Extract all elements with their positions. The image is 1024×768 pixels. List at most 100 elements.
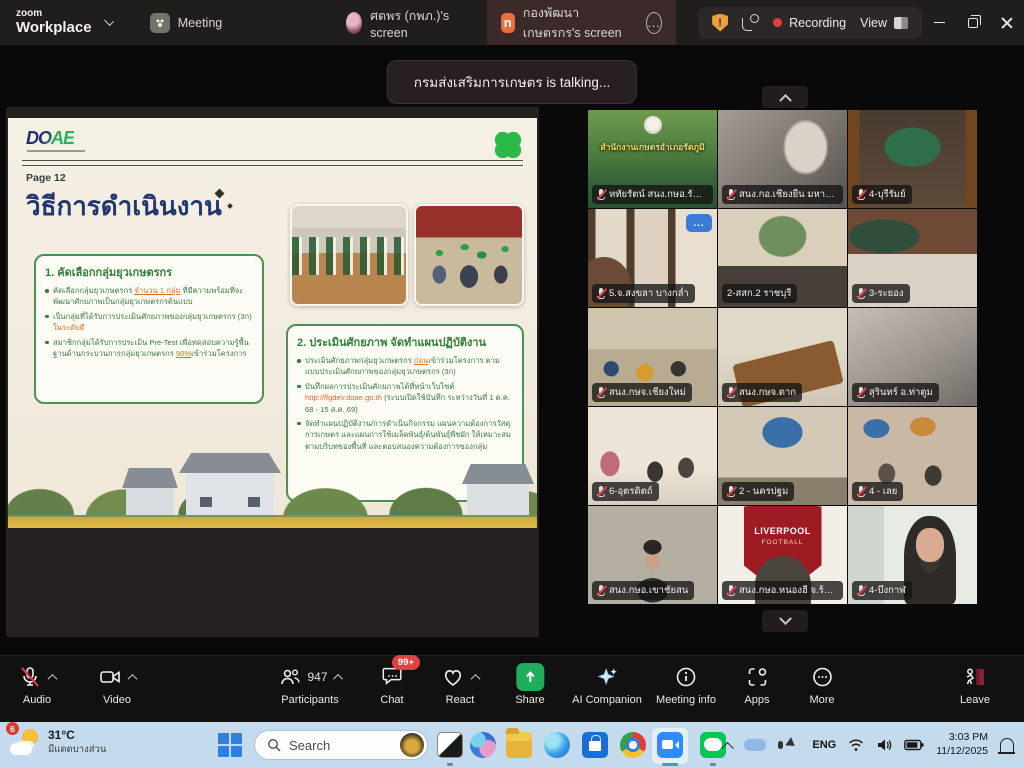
- wifi-icon[interactable]: [848, 738, 864, 752]
- video-tile[interactable]: 4-บึงกาฬ: [848, 506, 977, 604]
- muted-mic-icon: [857, 189, 865, 200]
- participant-name: สนง.กษจ.เชียงใหม่: [609, 385, 686, 400]
- share-label: Share: [515, 694, 544, 706]
- tab-screen-share-1[interactable]: ศตพร (กพภ.)'s screen: [332, 0, 470, 45]
- muted-mic-icon: [727, 189, 735, 200]
- zoom-titlebar: zoom Workplace Meeting ศตพร (กพภ.)'s scr…: [0, 0, 1024, 45]
- tab-screen1-label: ศตพร (กพภ.)'s screen: [370, 6, 457, 40]
- slide-photo-activity: [414, 204, 524, 306]
- house-illustration: [186, 473, 274, 515]
- video-tile[interactable]: สนง.กษอ.เขาชัยสน: [588, 506, 717, 604]
- react-options-caret[interactable]: [471, 673, 481, 683]
- apps-button[interactable]: Apps: [744, 663, 769, 706]
- edge-browser-icon[interactable]: [544, 732, 570, 758]
- video-tile[interactable]: 4-บุรีรัมย์: [848, 110, 977, 208]
- start-button[interactable]: [218, 733, 242, 757]
- file-explorer-icon[interactable]: [506, 732, 532, 758]
- gallery-scroll-up-button[interactable]: [762, 86, 808, 108]
- react-label: React: [441, 694, 479, 706]
- react-button[interactable]: React: [441, 663, 479, 706]
- minimize-button[interactable]: [922, 0, 956, 45]
- video-tile[interactable]: LIVERPOOL FOOTBALL สนง.กษอ.หนองฮี จ.ร้อย…: [718, 506, 847, 604]
- slide-illustration: [8, 418, 537, 528]
- house-illustration: [126, 488, 174, 515]
- meeting-info-button[interactable]: Meeting info: [656, 663, 716, 706]
- video-tile[interactable]: 2-สสก.2 ราชบุรี: [718, 209, 847, 307]
- participants-button[interactable]: 947 Participants: [278, 663, 341, 706]
- video-tile[interactable]: 3-ระยอง: [848, 209, 977, 307]
- video-tile[interactable]: สนง.กอ.เชียงยืน มหาสารค...: [718, 110, 847, 208]
- tray-expand-icon[interactable]: [722, 741, 735, 754]
- view-layout-icon: [894, 17, 908, 29]
- leave-button[interactable]: Leave: [960, 663, 990, 706]
- weather-alert-badge: 6: [6, 722, 19, 735]
- mic-location-indicators[interactable]: [778, 740, 800, 750]
- taskbar-clock[interactable]: 3:03 PM 11/12/2025: [936, 731, 988, 758]
- taskbar-app-photos-icon[interactable]: [437, 732, 463, 758]
- tab-meeting[interactable]: Meeting: [136, 0, 236, 45]
- chrome-icon[interactable]: [620, 732, 646, 758]
- view-button[interactable]: View: [860, 16, 908, 30]
- restore-button[interactable]: [956, 0, 990, 45]
- share-button[interactable]: Share: [515, 663, 544, 706]
- sparkle-icon: [227, 203, 233, 209]
- more-button[interactable]: More: [809, 663, 834, 706]
- ai-companion-button[interactable]: AI Companion: [572, 663, 642, 706]
- security-shield-icon[interactable]: !: [712, 14, 728, 32]
- fullscreen-icon[interactable]: [742, 14, 759, 31]
- gallery-scroll-down-button[interactable]: [762, 610, 808, 632]
- video-tile[interactable]: 4 - เลย: [848, 407, 977, 505]
- participant-name: สนง.กอ.เชียงยืน มหาสารค...: [739, 187, 837, 202]
- location-icon: [786, 737, 802, 753]
- tab-screen-share-2-active[interactable]: n กองพัฒนาเกษตรกร's screen ...: [487, 0, 676, 45]
- zoom-app-icon[interactable]: [657, 732, 683, 758]
- muted-mic-icon: [727, 387, 735, 398]
- battery-icon[interactable]: [904, 739, 924, 751]
- copilot-icon[interactable]: [470, 732, 496, 758]
- video-tile[interactable]: สนง.กษจ.ตาก: [718, 308, 847, 406]
- apps-icon: [745, 665, 769, 689]
- participants-options-caret[interactable]: [333, 673, 343, 683]
- crest-text: LIVERPOOL: [754, 526, 811, 536]
- participants-icon: [278, 665, 302, 689]
- language-indicator[interactable]: ENG: [812, 739, 836, 751]
- chat-button[interactable]: 99+ Chat: [380, 663, 404, 706]
- slide-photo-students: [290, 204, 408, 306]
- microsoft-store-icon[interactable]: [582, 732, 608, 758]
- onedrive-icon[interactable]: [744, 739, 766, 751]
- video-tile[interactable]: 6-อุตรดิตถ์: [588, 407, 717, 505]
- step2-bullet: บันทึกผลการประเมินศักยภาพได้ที่หน้าเว็บไ…: [297, 381, 513, 415]
- tile-more-button[interactable]: ...: [686, 214, 712, 232]
- step1-bullet: เป็นกลุ่มที่ได้รับการประเมินศักยภาพของกล…: [45, 311, 253, 334]
- tab-options-icon[interactable]: ...: [646, 12, 662, 34]
- video-tile[interactable]: สุรินทร์ อ.ท่าตูม: [848, 308, 977, 406]
- zoom-toolbar: Audio Video 947 Participants: [0, 655, 1024, 722]
- search-box[interactable]: Search: [254, 730, 428, 760]
- workspace-dropdown-icon[interactable]: [104, 16, 114, 26]
- crest-subtext: FOOTBALL: [762, 539, 804, 546]
- audio-button[interactable]: Audio: [18, 663, 56, 706]
- leave-door-icon: [962, 665, 988, 689]
- tile-banner-text: สำนักงานเกษตรอำเภอรัตภูมิ: [591, 140, 714, 154]
- video-button[interactable]: Video: [98, 663, 136, 706]
- muted-mic-icon: [857, 585, 865, 596]
- close-button[interactable]: [990, 0, 1024, 45]
- participant-name: 4-บึงกาฬ: [869, 583, 906, 598]
- line-app-icon[interactable]: [700, 732, 726, 758]
- audio-options-caret[interactable]: [48, 673, 58, 683]
- system-tray: ENG 3:03 PM 11/12/2025: [723, 722, 1024, 768]
- video-tile[interactable]: 2 - นครปฐม: [718, 407, 847, 505]
- speaker-icon[interactable]: [876, 738, 892, 752]
- shared-presentation-slide: DOAE Page 12 วิธีการดำเนินงาน 1. คัดเลือ…: [8, 118, 537, 528]
- speaker-talking-text: กรมส่งเสริมการเกษตร is talking...: [414, 71, 610, 93]
- participant-video-grid: สำนักงานเกษตรอำเภอรัตภูมิ หทัยรัตน์ สนง.…: [588, 110, 977, 604]
- video-tile[interactable]: ... 5.จ.สงขลา บางกล่ำ: [588, 209, 717, 307]
- video-tile[interactable]: สำนักงานเกษตรอำเภอรัตภูมิ หทัยรัตน์ สนง.…: [588, 110, 717, 208]
- tab-screen2-label: กองพัฒนาเกษตรกร's screen: [523, 3, 632, 43]
- notification-bell-icon[interactable]: [1000, 738, 1014, 752]
- video-tile[interactable]: สนง.กษจ.เชียงใหม่: [588, 308, 717, 406]
- weather-sun-cloud-icon: 6: [10, 727, 40, 757]
- weather-widget[interactable]: 6 31°C มีแดดบางส่วน: [10, 727, 106, 757]
- apps-label: Apps: [744, 694, 769, 706]
- video-options-caret[interactable]: [128, 673, 138, 683]
